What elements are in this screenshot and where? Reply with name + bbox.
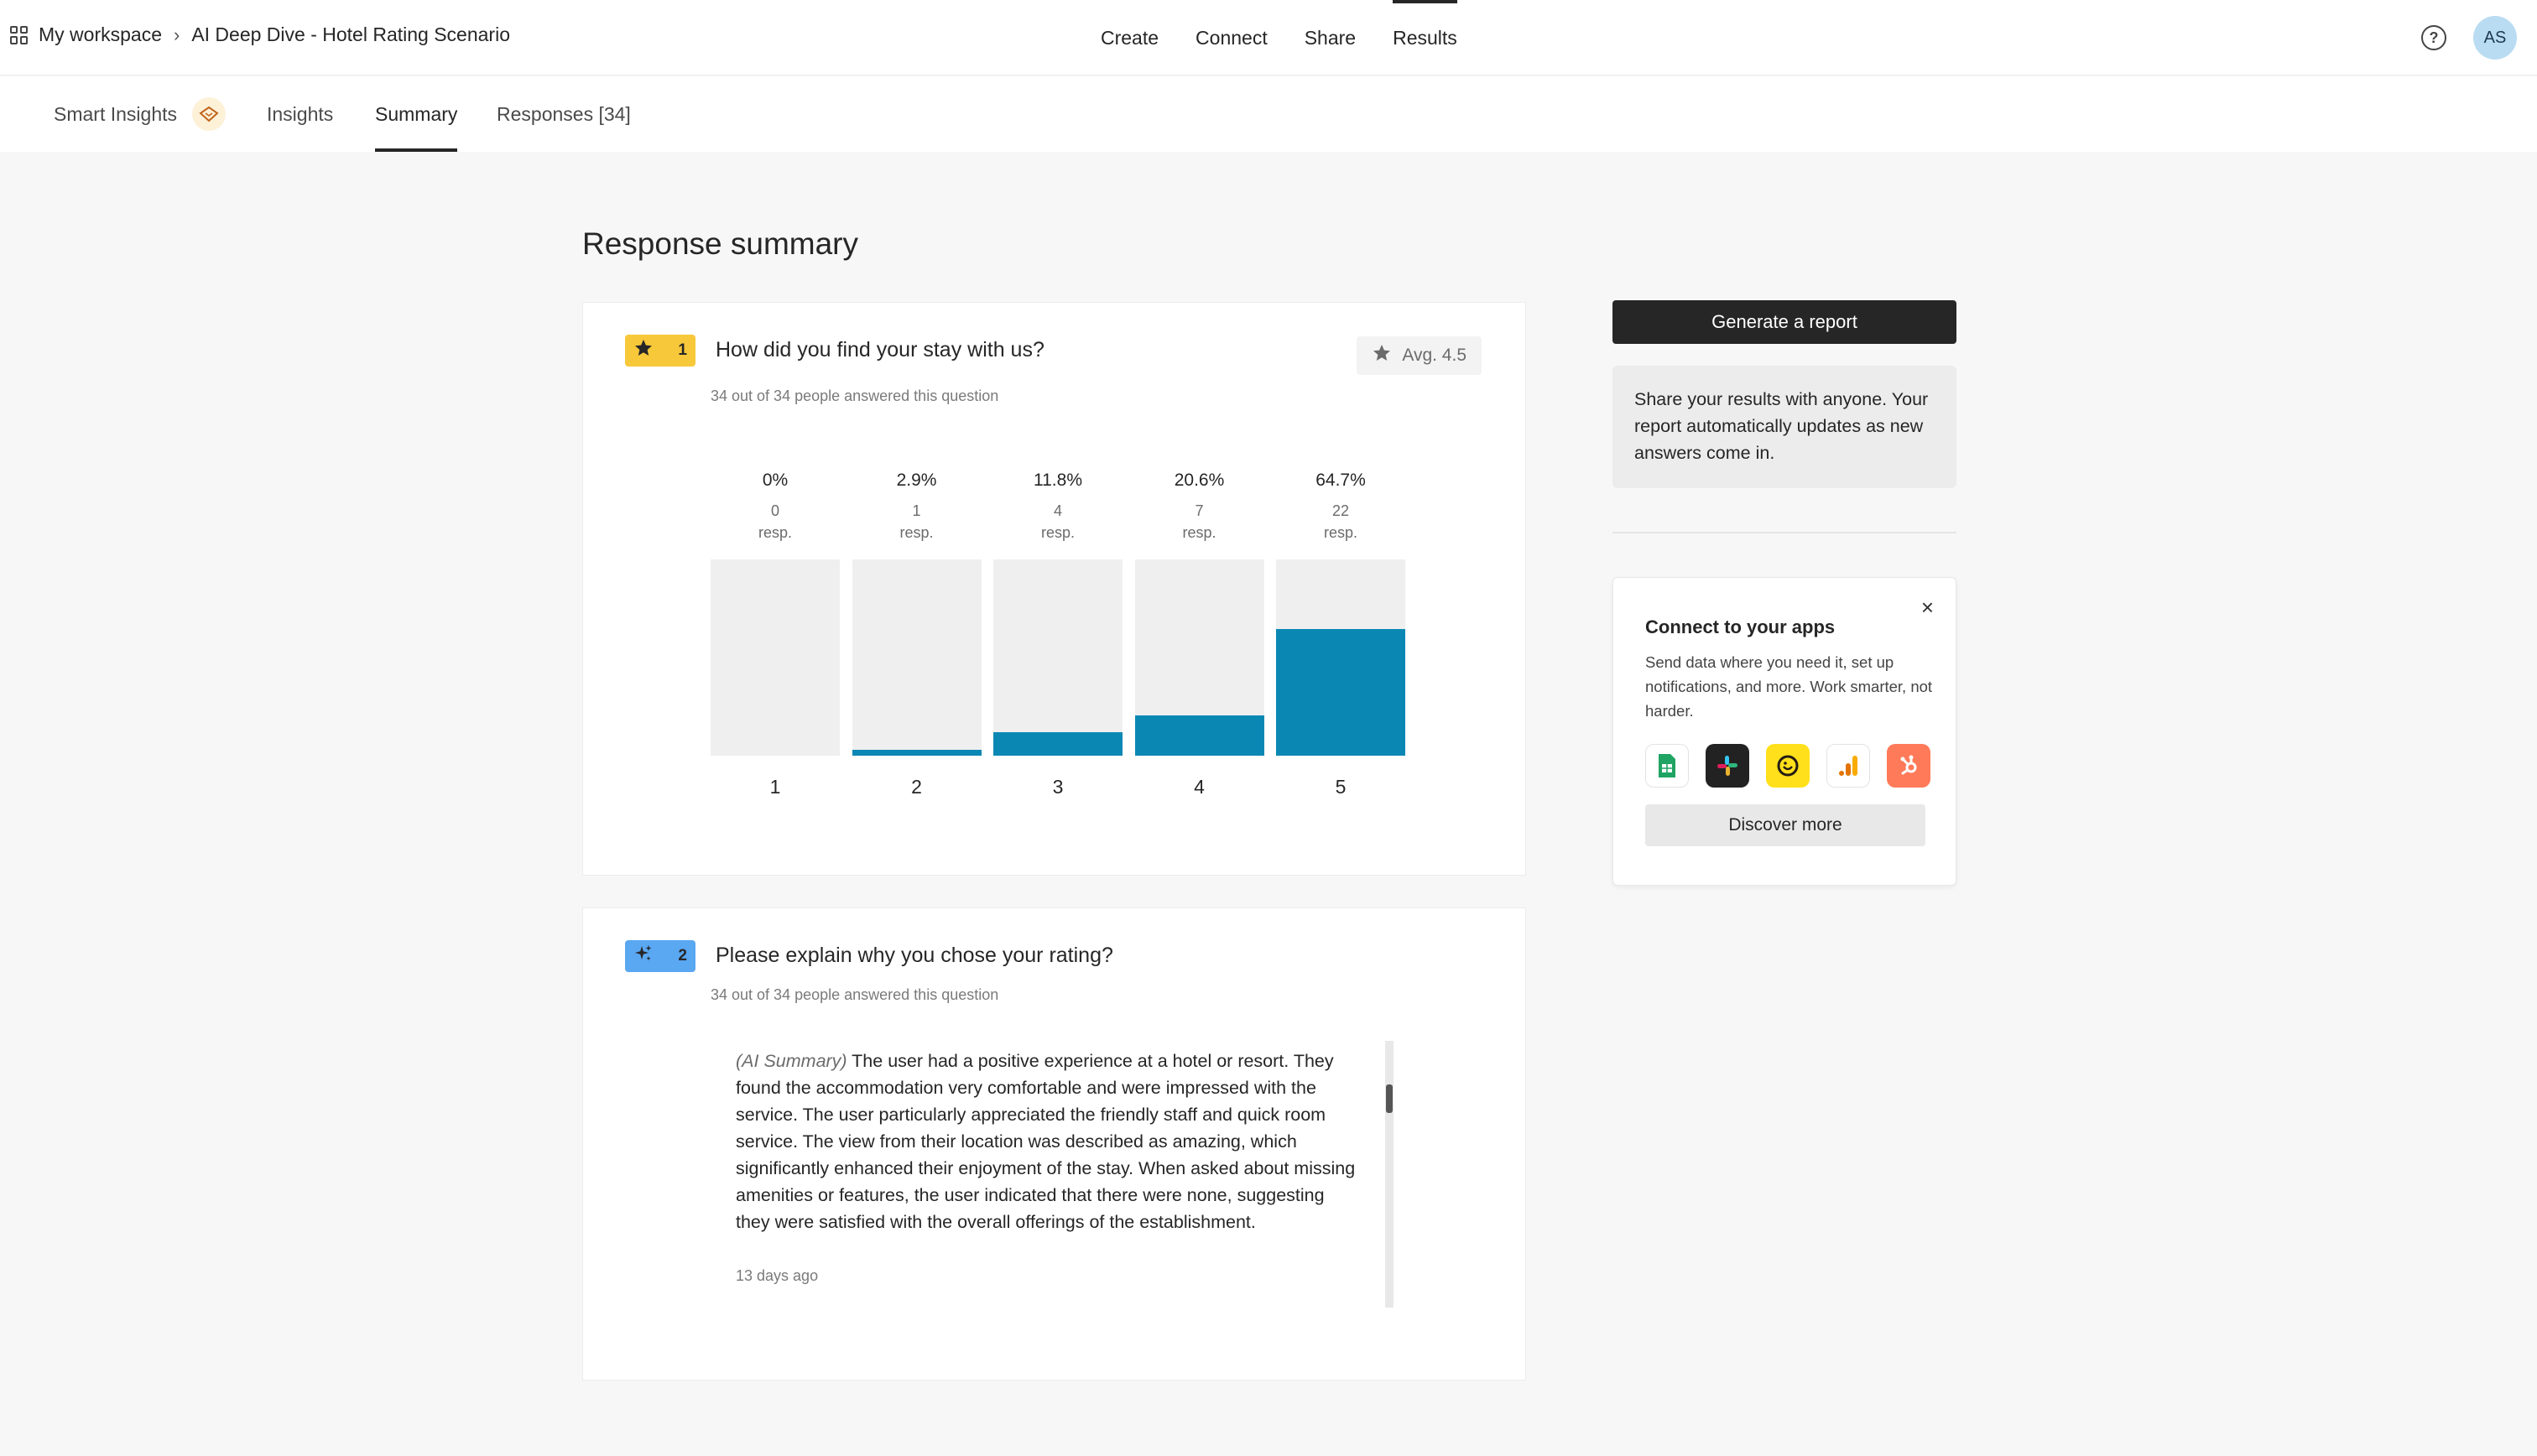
bar-category-label: 1: [769, 776, 781, 798]
question-title: Please explain why you chose your rating…: [716, 944, 1113, 967]
star-icon: [1372, 343, 1392, 368]
bar-percent-label: 20.6%: [1174, 471, 1225, 490]
slack-icon[interactable]: [1706, 744, 1749, 788]
answered-count: 34 out of 34 people answered this questi…: [711, 986, 999, 1003]
bar-category-label: 5: [1335, 776, 1347, 798]
bar-unit-label: resp.: [758, 524, 793, 541]
bar-track: [993, 559, 1123, 756]
bar-percent-label: 11.8%: [1034, 471, 1082, 490]
tab-smart-insights-label: Smart Insights: [54, 102, 177, 125]
bar-percent-label: 64.7%: [1315, 471, 1366, 490]
sparkle-icon: [633, 944, 654, 969]
bar-percent-label: 0%: [762, 471, 789, 490]
tab-summary[interactable]: Summary: [375, 76, 458, 152]
question-card-1: 1 How did you find your stay with us? Av…: [582, 302, 1526, 876]
app-icons: [1645, 744, 1930, 788]
connect-apps-card: × Connect to your apps Send data where y…: [1612, 577, 1956, 886]
nav-connect[interactable]: Connect: [1177, 0, 1286, 75]
question-number: 1: [678, 341, 687, 359]
bar-unit-label: resp.: [899, 524, 934, 541]
bar-percent-label: 2.9%: [896, 471, 937, 490]
top-header: My workspace › AI Deep Dive - Hotel Rati…: [0, 0, 2537, 75]
mailchimp-icon[interactable]: [1766, 744, 1810, 788]
bar-category-label: 3: [1052, 776, 1064, 798]
breadcrumb-form-title[interactable]: AI Deep Dive - Hotel Rating Scenario: [191, 23, 510, 46]
google-sheets-icon[interactable]: [1645, 744, 1689, 788]
rating-bar-chart: 0% 0 resp. 1 2.9% 1 resp. 2 11.8% 4 resp. 3 20.6% 7 re…: [711, 471, 1407, 798]
ai-summary-body: The user had a positive experience at a …: [736, 1051, 1356, 1232]
nav-share[interactable]: Share: [1286, 0, 1374, 75]
bar-unit-label: resp.: [1182, 524, 1216, 541]
tab-insights[interactable]: Insights: [267, 76, 333, 152]
help-icon[interactable]: ?: [2421, 25, 2446, 50]
question-title: How did you find your stay with us?: [716, 338, 1044, 361]
connect-title: Connect to your apps: [1645, 616, 1836, 637]
tab-smart-insights[interactable]: Smart Insights: [54, 76, 226, 152]
nav-create[interactable]: Create: [1082, 0, 1177, 75]
connect-description: Send data where you need it, set up noti…: [1645, 653, 1933, 720]
tab-responses[interactable]: Responses [34]: [497, 76, 631, 152]
question-number-badge: 1: [625, 335, 695, 367]
ai-summary-prefix: (AI Summary): [736, 1051, 847, 1071]
chevron-right-icon: ›: [173, 23, 180, 45]
bar-count-label: 4: [1053, 502, 1062, 519]
diamond-icon: [192, 97, 226, 131]
average-badge: Avg. 4.5: [1357, 336, 1482, 375]
bar-count-label: 0: [770, 502, 779, 519]
close-icon[interactable]: ×: [1921, 595, 1934, 621]
bar: [852, 750, 982, 756]
results-tabs: Smart Insights Insights Summary Response…: [0, 76, 2537, 152]
google-analytics-icon[interactable]: [1826, 744, 1870, 788]
average-value: Avg. 4.5: [1402, 346, 1466, 365]
nav-results[interactable]: Results: [1374, 0, 1476, 75]
scrollbar-thumb[interactable]: [1386, 1084, 1393, 1113]
main-nav: Create Connect Share Results: [1082, 0, 1476, 75]
page-title: Response summary: [582, 226, 859, 261]
bar-track: [852, 559, 982, 756]
bar: [993, 732, 1123, 756]
bar-unit-label: resp.: [1323, 524, 1358, 541]
bar-track: [1134, 559, 1264, 756]
generate-report-button[interactable]: Generate a report: [1612, 300, 1956, 344]
bar-count-label: 1: [912, 502, 921, 519]
divider: [1612, 532, 1956, 533]
bar-category-label: 2: [911, 776, 922, 798]
bar-count-label: 22: [1331, 502, 1350, 519]
workspace-grid-icon[interactable]: [10, 25, 29, 44]
bar: [1276, 629, 1405, 756]
avatar[interactable]: AS: [2473, 16, 2517, 60]
bar-unit-label: resp.: [1040, 524, 1076, 541]
answered-count: 34 out of 34 people answered this questi…: [711, 387, 999, 404]
breadcrumb-workspace[interactable]: My workspace: [39, 23, 162, 46]
bar: [1134, 715, 1264, 756]
share-info: Share your results with anyone. Your rep…: [1612, 366, 1956, 488]
discover-more-button[interactable]: Discover more: [1645, 804, 1925, 846]
bar-track: [711, 559, 840, 756]
answer-scrollbar[interactable]: [1385, 1041, 1394, 1308]
question-number-badge: 2: [625, 940, 695, 972]
star-icon: [633, 338, 654, 363]
question-card-2: 2 Please explain why you chose your rati…: [582, 907, 1526, 1381]
answer-timestamp: 13 days ago: [736, 1267, 819, 1284]
bar-track: [1276, 559, 1405, 756]
hubspot-icon[interactable]: [1887, 744, 1930, 788]
bar-count-label: 7: [1195, 502, 1204, 519]
question-number: 2: [678, 947, 687, 965]
breadcrumb: My workspace › AI Deep Dive - Hotel Rati…: [10, 23, 510, 46]
bar-category-label: 4: [1194, 776, 1205, 798]
ai-summary-text: (AI Summary) The user had a positive exp…: [736, 1048, 1357, 1235]
